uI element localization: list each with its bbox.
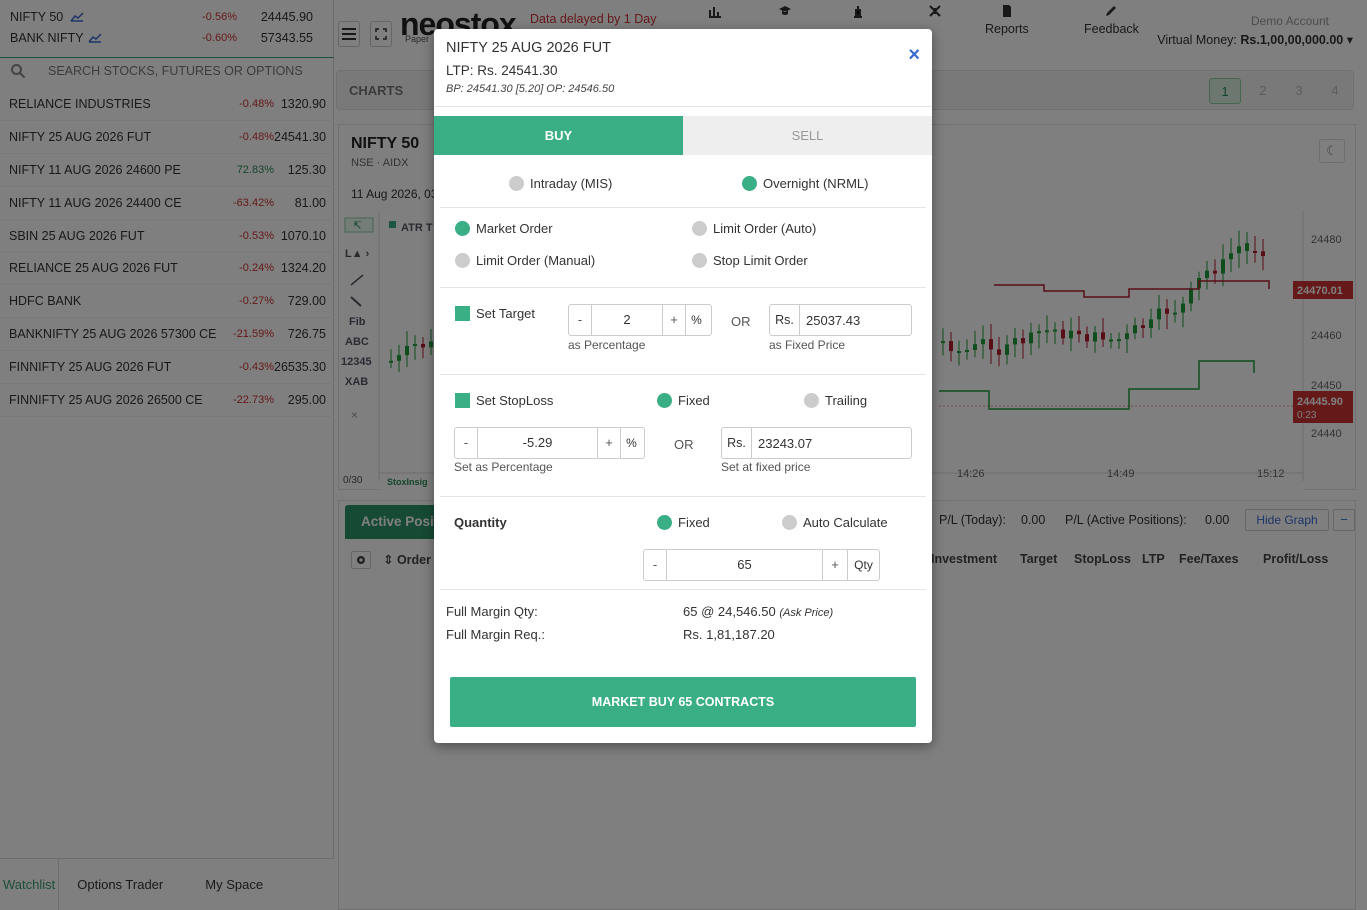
percent-unit: % xyxy=(685,305,707,335)
divider xyxy=(434,106,932,107)
target-percentage-hint: as Percentage xyxy=(568,338,646,352)
radio-dot xyxy=(692,253,707,268)
decrement-button[interactable]: - xyxy=(455,428,477,458)
radio-dot xyxy=(657,393,672,408)
margin-qty-value: 65 @ 24,546.50 (Ask Price) xyxy=(683,604,834,619)
radio-market-label: Market Order xyxy=(476,221,553,236)
order-modal: NIFTY 25 AUG 2026 FUT LTP: Rs. 24541.30 … xyxy=(434,29,932,743)
increment-button[interactable]: + xyxy=(663,305,685,335)
radio-dot xyxy=(657,515,672,530)
stoploss-price-value: 23243.07 xyxy=(758,435,813,451)
target-price-input[interactable]: Rs. 25037.43 xyxy=(769,304,912,336)
radio-qty-fixed[interactable]: Fixed xyxy=(657,515,710,530)
radio-intraday-label: Intraday (MIS) xyxy=(530,176,613,191)
set-target-label: Set Target xyxy=(476,306,536,321)
radio-qty-auto-label: Auto Calculate xyxy=(803,515,888,530)
radio-dot xyxy=(455,221,470,236)
radio-dot xyxy=(509,176,524,191)
tab-buy[interactable]: BUY xyxy=(434,116,683,155)
radio-intraday[interactable]: Intraday (MIS) xyxy=(509,176,612,191)
checkbox-checked xyxy=(455,393,470,408)
modal-title: NIFTY 25 AUG 2026 FUT xyxy=(446,40,611,56)
percent-unit: % xyxy=(620,428,642,458)
quantity-label: Quantity xyxy=(454,515,507,530)
radio-stop-limit[interactable]: Stop Limit Order xyxy=(692,253,808,268)
stoploss-price-hint: Set at fixed price xyxy=(721,460,811,474)
radio-dot xyxy=(742,176,757,191)
or-label: OR xyxy=(731,314,751,329)
or-label: OR xyxy=(674,437,694,452)
modal-bid-offer: BP: 24541.30 [5.20] OP: 24546.50 xyxy=(446,83,615,95)
rupee-unit: Rs. xyxy=(722,428,752,458)
radio-limit-auto[interactable]: Limit Order (Auto) xyxy=(692,221,816,236)
radio-limit-manual[interactable]: Limit Order (Manual) xyxy=(455,253,595,268)
radio-qty-auto[interactable]: Auto Calculate xyxy=(782,515,888,530)
divider xyxy=(440,496,926,497)
divider xyxy=(440,589,926,590)
divider xyxy=(440,374,926,375)
radio-sl-fixed[interactable]: Fixed xyxy=(657,393,710,408)
margin-qty-label: Full Margin Qty: xyxy=(446,604,538,619)
submit-order-button[interactable]: MARKET BUY 65 CONTRACTS xyxy=(450,677,916,727)
target-percentage-stepper[interactable]: - 2 + % xyxy=(568,304,712,336)
quantity-stepper[interactable]: - 65 + Qty xyxy=(643,549,880,581)
radio-overnight-label: Overnight (NRML) xyxy=(763,176,869,191)
radio-market-order[interactable]: Market Order xyxy=(455,221,553,236)
divider xyxy=(440,287,926,288)
target-price-hint: as Fixed Price xyxy=(769,338,846,352)
set-target-checkbox[interactable]: Set Target xyxy=(455,306,535,321)
radio-dot xyxy=(804,393,819,408)
tab-sell[interactable]: SELL xyxy=(683,116,932,155)
increment-button[interactable]: + xyxy=(598,428,620,458)
radio-sl-trailing-label: Trailing xyxy=(825,393,868,408)
radio-overnight[interactable]: Overnight (NRML) xyxy=(742,176,868,191)
radio-dot xyxy=(692,221,707,236)
divider xyxy=(440,207,926,208)
rupee-unit: Rs. xyxy=(770,305,800,335)
radio-stop-limit-label: Stop Limit Order xyxy=(713,253,808,268)
stoploss-percentage-input[interactable]: -5.29 xyxy=(477,428,598,458)
stoploss-price-input[interactable]: Rs. 23243.07 xyxy=(721,427,912,459)
set-stoploss-checkbox[interactable]: Set StopLoss xyxy=(455,393,553,408)
margin-req-label: Full Margin Req.: xyxy=(446,627,545,642)
margin-req-value: Rs. 1,81,187.20 xyxy=(683,627,775,642)
quantity-input[interactable]: 65 xyxy=(666,550,823,580)
radio-dot xyxy=(782,515,797,530)
stoploss-percentage-hint: Set as Percentage xyxy=(454,460,553,474)
radio-sl-fixed-label: Fixed xyxy=(678,393,710,408)
decrement-button[interactable]: - xyxy=(569,305,591,335)
close-icon[interactable]: × xyxy=(908,45,920,65)
radio-qty-fixed-label: Fixed xyxy=(678,515,710,530)
radio-limit-manual-label: Limit Order (Manual) xyxy=(476,253,596,268)
set-stoploss-label: Set StopLoss xyxy=(476,393,554,408)
checkbox-checked xyxy=(455,306,470,321)
radio-dot xyxy=(455,253,470,268)
modal-ltp: LTP: Rs. 24541.30 xyxy=(446,63,558,78)
stoploss-percentage-stepper[interactable]: - -5.29 + % xyxy=(454,427,645,459)
target-price-value: 25037.43 xyxy=(806,312,861,328)
qty-unit: Qty xyxy=(847,550,879,580)
increment-button[interactable]: + xyxy=(823,550,847,580)
ask-price-note: (Ask Price) xyxy=(779,607,834,619)
radio-limit-auto-label: Limit Order (Auto) xyxy=(713,221,817,236)
decrement-button[interactable]: - xyxy=(644,550,666,580)
radio-sl-trailing[interactable]: Trailing xyxy=(804,393,867,408)
target-percentage-input[interactable]: 2 xyxy=(591,305,663,335)
